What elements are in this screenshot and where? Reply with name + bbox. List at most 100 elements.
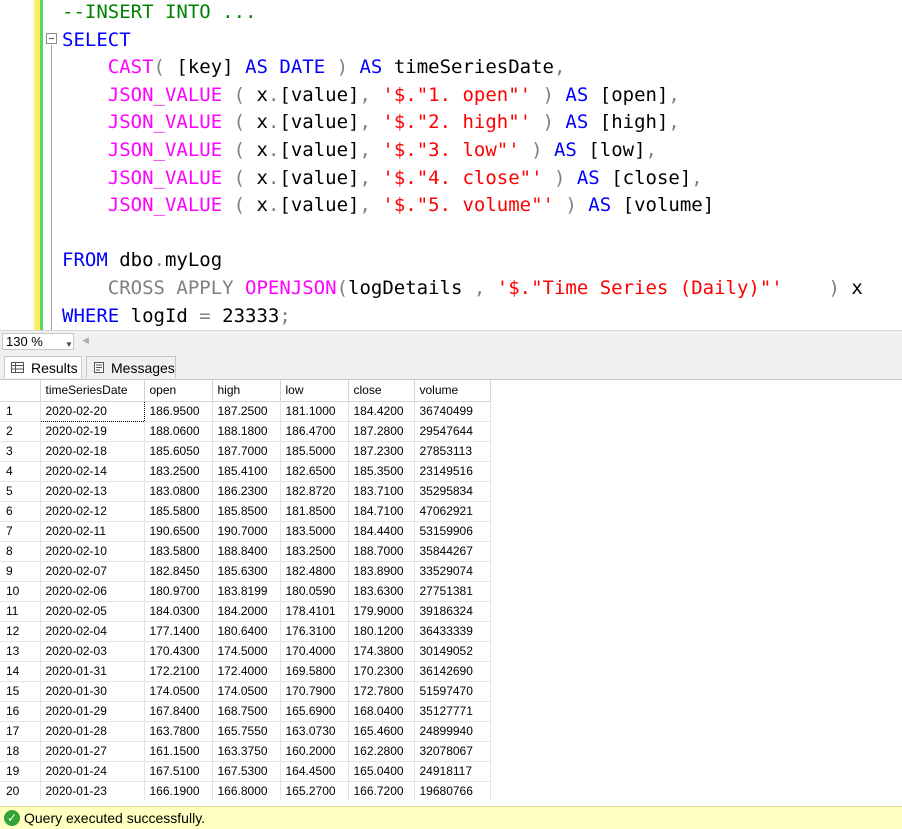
table-cell[interactable]: 183.8199: [212, 581, 281, 602]
table-cell[interactable]: 172.2100: [144, 661, 213, 682]
code-line[interactable]: JSON_VALUE ( x.[value], '$."3. low"' ) A…: [62, 137, 863, 165]
table-cell[interactable]: 170.4000: [280, 641, 349, 662]
table-row[interactable]: 3 2020-02-18 185.6050 187.7000 185.5000 187.2…: [0, 441, 491, 462]
table-cell[interactable]: 163.3750: [212, 741, 281, 762]
table-cell[interactable]: 165.4600: [348, 721, 415, 742]
row-number[interactable]: 9: [0, 561, 41, 582]
table-cell[interactable]: 182.4800: [280, 561, 349, 582]
table-cell[interactable]: 24918117: [414, 761, 491, 782]
table-cell[interactable]: 188.7000: [348, 541, 415, 562]
column-header[interactable]: volume: [414, 380, 491, 402]
table-row[interactable]: 12 2020-02-04 177.1400 180.6400 176.3100 180.…: [0, 621, 491, 642]
table-row[interactable]: 5 2020-02-13 183.0800 186.2300 182.8720 183.7…: [0, 481, 491, 502]
code-line[interactable]: JSON_VALUE ( x.[value], '$."2. high"' ) …: [62, 109, 863, 137]
table-cell[interactable]: 185.6050: [144, 441, 213, 462]
row-number[interactable]: 14: [0, 661, 41, 682]
tab-results[interactable]: Results: [4, 356, 82, 378]
table-row[interactable]: 8 2020-02-10 183.5800 188.8400 183.2500 188.7…: [0, 541, 491, 562]
table-cell[interactable]: 29547644: [414, 421, 491, 442]
table-cell[interactable]: 174.0500: [144, 681, 213, 702]
table-cell[interactable]: 165.6900: [280, 701, 349, 722]
table-cell[interactable]: 166.7200: [348, 781, 415, 800]
table-cell[interactable]: 160.2000: [280, 741, 349, 762]
collapse-outline-icon[interactable]: [46, 33, 57, 44]
code-line[interactable]: JSON_VALUE ( x.[value], '$."4. close"' )…: [62, 165, 863, 193]
table-cell[interactable]: 165.0400: [348, 761, 415, 782]
row-number[interactable]: 15: [0, 681, 41, 702]
column-header[interactable]: high: [212, 380, 281, 402]
table-cell[interactable]: 2020-01-28: [40, 721, 145, 742]
table-row[interactable]: 11 2020-02-05 184.0300 184.2000 178.4101 179.…: [0, 601, 491, 622]
table-cell[interactable]: 168.7500: [212, 701, 281, 722]
table-cell[interactable]: 2020-02-05: [40, 601, 145, 622]
table-cell[interactable]: 36740499: [414, 401, 491, 422]
table-cell[interactable]: 185.5000: [280, 441, 349, 462]
table-row[interactable]: 1 2020-02-20 186.9500 187.2500 181.1000 184.4…: [0, 400, 491, 422]
column-header[interactable]: close: [348, 380, 415, 402]
table-cell[interactable]: 47062921: [414, 501, 491, 522]
table-cell[interactable]: 164.4500: [280, 761, 349, 782]
chevron-down-icon[interactable]: ▼: [65, 337, 73, 352]
table-row[interactable]: 14 2020-01-31 172.2100 172.4000 169.5800 170.…: [0, 661, 491, 682]
zoom-select[interactable]: 130 % ▼: [2, 333, 74, 350]
table-cell[interactable]: 174.0500: [212, 681, 281, 702]
table-cell[interactable]: 35127771: [414, 701, 491, 722]
table-cell[interactable]: 187.2500: [212, 401, 281, 422]
table-cell[interactable]: 27751381: [414, 581, 491, 602]
table-cell[interactable]: 163.0730: [280, 721, 349, 742]
row-number[interactable]: 18: [0, 741, 41, 762]
table-cell[interactable]: 183.0800: [144, 481, 213, 502]
table-cell[interactable]: 188.8400: [212, 541, 281, 562]
table-cell[interactable]: 183.6300: [348, 581, 415, 602]
row-number[interactable]: 16: [0, 701, 41, 722]
row-number[interactable]: 11: [0, 601, 41, 622]
table-row[interactable]: 20 2020-01-23 166.1900 166.8000 165.2700 166.…: [0, 781, 491, 800]
row-number[interactable]: 7: [0, 521, 41, 542]
table-cell[interactable]: 178.4101: [280, 601, 349, 622]
table-cell[interactable]: 2020-02-13: [40, 481, 145, 502]
table-cell[interactable]: 184.7100: [348, 501, 415, 522]
column-header[interactable]: open: [144, 380, 213, 402]
table-cell[interactable]: 183.5000: [280, 521, 349, 542]
table-cell[interactable]: 167.5300: [212, 761, 281, 782]
table-row[interactable]: 16 2020-01-29 167.8400 168.7500 165.6900 168.…: [0, 701, 491, 722]
table-cell[interactable]: 170.4300: [144, 641, 213, 662]
table-cell[interactable]: 32078067: [414, 741, 491, 762]
table-cell[interactable]: 184.4400: [348, 521, 415, 542]
table-cell[interactable]: 185.4100: [212, 461, 281, 482]
table-cell[interactable]: 183.2500: [280, 541, 349, 562]
row-number[interactable]: 12: [0, 621, 41, 642]
table-row[interactable]: 10 2020-02-06 180.9700 183.8199 180.0590 183.…: [0, 581, 491, 602]
table-cell[interactable]: 2020-02-19: [40, 421, 145, 442]
table-cell[interactable]: 27853113: [414, 441, 491, 462]
table-cell[interactable]: 181.1000: [280, 401, 349, 422]
table-row[interactable]: 19 2020-01-24 167.5100 167.5300 164.4500 165.…: [0, 761, 491, 782]
table-cell[interactable]: 188.1800: [212, 421, 281, 442]
row-number[interactable]: 4: [0, 461, 41, 482]
table-cell[interactable]: 166.8000: [212, 781, 281, 800]
table-row[interactable]: 17 2020-01-28 163.7800 165.7550 163.0730 165.…: [0, 721, 491, 742]
table-cell[interactable]: 35844267: [414, 541, 491, 562]
table-cell[interactable]: 184.4200: [348, 401, 415, 422]
code-line[interactable]: [62, 220, 863, 248]
row-number[interactable]: 2: [0, 421, 41, 442]
table-row[interactable]: 2 2020-02-19 188.0600 188.1800 186.4700 187.2…: [0, 421, 491, 442]
table-row[interactable]: 15 2020-01-30 174.0500 174.0500 170.7900 172.…: [0, 681, 491, 702]
code-line[interactable]: JSON_VALUE ( x.[value], '$."1. open"' ) …: [62, 82, 863, 110]
row-number[interactable]: 17: [0, 721, 41, 742]
table-row[interactable]: 6 2020-02-12 185.5800 185.8500 181.8500 184.7…: [0, 501, 491, 522]
table-row[interactable]: 13 2020-02-03 170.4300 174.5000 170.4000 174.…: [0, 641, 491, 662]
row-number[interactable]: 13: [0, 641, 41, 662]
table-cell[interactable]: 165.2700: [280, 781, 349, 800]
table-cell[interactable]: 36433339: [414, 621, 491, 642]
table-cell[interactable]: 169.5800: [280, 661, 349, 682]
table-cell[interactable]: 166.1900: [144, 781, 213, 800]
table-cell[interactable]: 186.4700: [280, 421, 349, 442]
table-cell[interactable]: 161.1500: [144, 741, 213, 762]
scroll-left-arrow-icon[interactable]: ◀: [82, 335, 89, 346]
row-number[interactable]: 8: [0, 541, 41, 562]
table-cell[interactable]: 19680766: [414, 781, 491, 800]
table-row[interactable]: 7 2020-02-11 190.6500 190.7000 183.5000 184.4…: [0, 521, 491, 542]
table-row[interactable]: 18 2020-01-27 161.1500 163.3750 160.2000 162.…: [0, 741, 491, 762]
table-cell[interactable]: 182.6500: [280, 461, 349, 482]
